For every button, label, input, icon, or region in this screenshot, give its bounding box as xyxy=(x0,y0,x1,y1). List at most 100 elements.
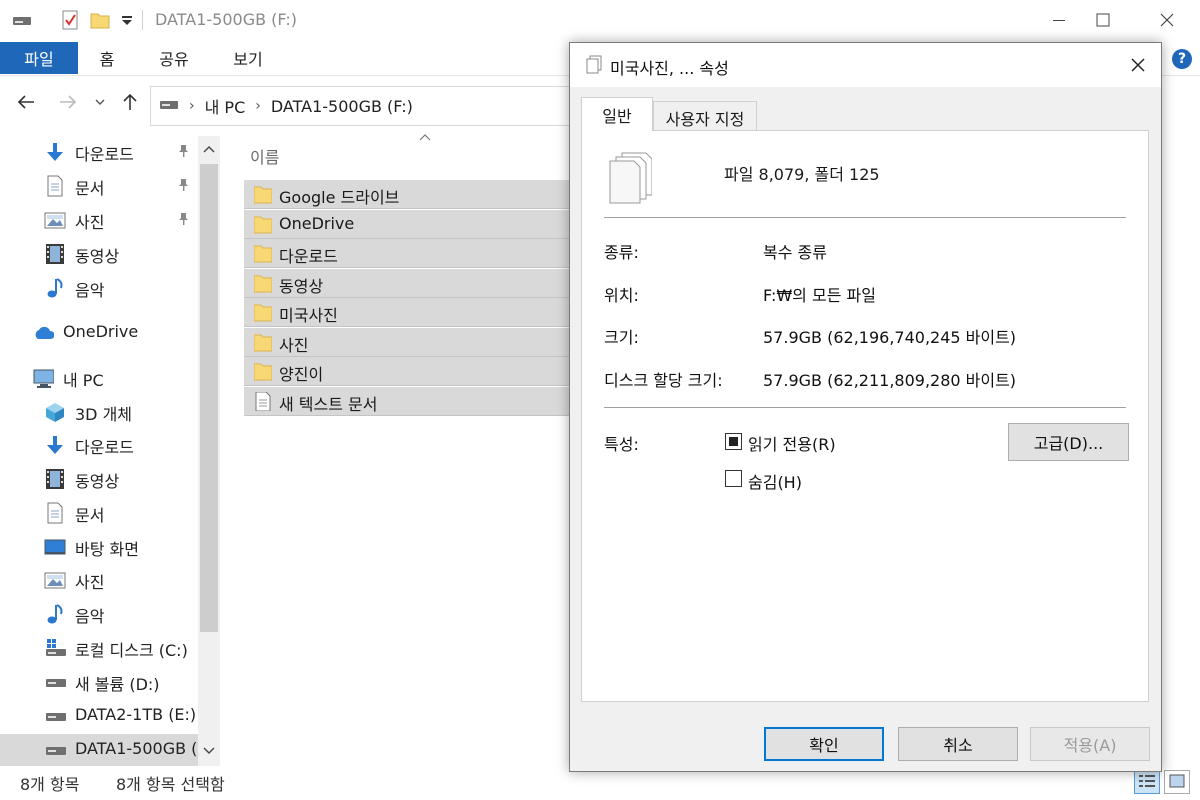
readonly-checkbox[interactable] xyxy=(725,433,742,450)
sidebar-item[interactable]: 새 볼륨 (D:) xyxy=(0,666,198,698)
hidden-checkbox[interactable] xyxy=(725,470,742,487)
explorer-titlebar: DATA1-500GB (F:) xyxy=(0,0,1200,40)
dialog-titlebar: 미국사진, ... 속성 xyxy=(570,43,1161,87)
file-row[interactable]: 양진이 xyxy=(244,357,574,386)
apply-button[interactable]: 적용(A) xyxy=(1030,727,1150,761)
column-header-name[interactable]: 이름 xyxy=(250,144,279,168)
file-name: 사진 xyxy=(279,336,309,355)
readonly-label[interactable]: 읽기 전용(R) xyxy=(748,431,836,455)
pin-icon[interactable] xyxy=(176,178,190,196)
advanced-button[interactable]: 고급(D)... xyxy=(1008,423,1129,461)
sidebar-item[interactable]: 사진 xyxy=(0,204,198,236)
breadcrumb-this-pc[interactable]: 내 PC xyxy=(205,94,246,118)
sidebar-item-label: 새 볼륨 (D:) xyxy=(75,675,160,694)
sidebar-item[interactable]: 다운로드 xyxy=(0,429,198,461)
help-icon[interactable]: ? xyxy=(1172,49,1192,69)
folder-icon xyxy=(253,303,273,322)
sidebar-item[interactable]: 동영상 xyxy=(0,463,198,495)
item-count: 8개 항목 xyxy=(20,775,80,794)
file-row[interactable]: 다운로드 xyxy=(244,239,574,268)
sidebar-item[interactable]: 동영상 xyxy=(0,238,198,270)
file-row[interactable]: Google 드라이브 xyxy=(244,180,574,209)
sidebar-item-label: 로컬 디스크 (C:) xyxy=(75,641,188,660)
scroll-down-icon[interactable] xyxy=(198,740,220,762)
pictures-icon xyxy=(44,209,66,231)
folder-icon xyxy=(253,362,273,381)
file-row[interactable]: 사진 xyxy=(244,328,574,357)
close-button[interactable] xyxy=(1144,0,1190,40)
drive-icon xyxy=(159,97,179,116)
sidebar-item[interactable]: OneDrive xyxy=(0,317,198,349)
scroll-up-icon[interactable] xyxy=(198,138,220,160)
pin-icon[interactable] xyxy=(176,212,190,230)
sidebar-item[interactable]: 바탕 화면 xyxy=(0,531,198,563)
customize-dropdown-icon[interactable] xyxy=(118,10,138,30)
tab-share[interactable]: 공유 xyxy=(150,42,198,74)
tab-customize[interactable]: 사용자 지정 xyxy=(653,101,757,133)
sidebar-item[interactable]: 문서 xyxy=(0,497,198,529)
selected-count: 8개 항목 선택함 xyxy=(116,775,225,794)
sidebar-item[interactable]: 3D 개체 xyxy=(0,396,198,428)
properties-check-icon[interactable] xyxy=(60,10,80,30)
sidebar-item[interactable]: 다운로드 xyxy=(0,136,198,168)
video-icon xyxy=(44,243,66,265)
tab-home[interactable]: 홈 xyxy=(86,42,128,74)
address-bar[interactable]: › 내 PC › DATA1-500GB (F:) xyxy=(150,86,590,126)
tab-file[interactable]: 파일 xyxy=(0,42,78,74)
folder-icon xyxy=(253,185,273,204)
sort-ascending-icon[interactable] xyxy=(418,130,432,146)
back-arrow-icon[interactable] xyxy=(16,92,36,117)
ok-button[interactable]: 확인 xyxy=(764,727,884,761)
hidden-label[interactable]: 숨김(H) xyxy=(748,469,802,493)
sidebar-item[interactable]: 음악 xyxy=(0,598,198,630)
file-name: Google 드라이브 xyxy=(279,188,400,207)
maximize-button[interactable] xyxy=(1080,0,1126,40)
tab-general[interactable]: 일반 xyxy=(581,97,653,131)
tab-view[interactable]: 보기 xyxy=(224,42,272,74)
text-file-icon xyxy=(254,391,272,412)
file-list: 이름 Google 드라이브 OneDrive 다운로드 동영상 미국사진사진양진이 새 … xyxy=(244,134,574,766)
sidebar-item-label: 내 PC xyxy=(63,371,104,390)
drive-icon xyxy=(44,705,66,727)
sidebar-item[interactable]: DATA2-1TB (E:) xyxy=(0,700,198,732)
recent-locations-chevron-icon[interactable] xyxy=(94,92,106,117)
details-view-icon[interactable] xyxy=(1134,770,1160,794)
navigation-pane: 다운로드 문서 사진 동영상 음악 OneDrive 내 PC 3D 개체 다운로드 동영상 문서 바… xyxy=(0,136,220,766)
large-icons-view-icon[interactable] xyxy=(1164,770,1190,794)
sidebar-item-label: DATA1-500GB ( xyxy=(75,739,198,758)
file-row[interactable]: OneDrive xyxy=(244,210,574,239)
file-row[interactable]: 미국사진 xyxy=(244,298,574,327)
forward-arrow-icon[interactable] xyxy=(58,92,78,117)
size-label: 크기: xyxy=(604,328,639,347)
file-name: OneDrive xyxy=(279,214,355,233)
breadcrumb-chevron-icon[interactable]: › xyxy=(255,98,261,114)
sidebar-item[interactable]: 사진 xyxy=(0,564,198,596)
selection-summary: 파일 8,079, 폴더 125 xyxy=(724,165,880,184)
location-label: 위치: xyxy=(604,286,639,305)
drive-icon[interactable] xyxy=(12,10,32,30)
sidebar-item[interactable]: 음악 xyxy=(0,272,198,304)
scrollbar-thumb[interactable] xyxy=(200,164,218,632)
minimize-button[interactable] xyxy=(1036,0,1082,40)
breadcrumb-drive[interactable]: DATA1-500GB (F:) xyxy=(271,97,413,116)
multiple-files-icon xyxy=(584,55,604,79)
download-arrow-icon xyxy=(44,141,66,163)
new-folder-icon[interactable] xyxy=(90,10,110,30)
window-title: DATA1-500GB (F:) xyxy=(155,10,298,29)
pin-icon[interactable] xyxy=(176,144,190,162)
nav-scrollbar[interactable] xyxy=(198,136,220,766)
cancel-button[interactable]: 취소 xyxy=(898,727,1018,761)
sidebar-item[interactable]: 문서 xyxy=(0,170,198,202)
up-arrow-icon[interactable] xyxy=(120,92,140,117)
sidebar-item[interactable]: 로컬 디스크 (C:) xyxy=(0,632,198,664)
sidebar-item-label: 문서 xyxy=(75,506,105,525)
sidebar-item[interactable]: DATA1-500GB ( xyxy=(0,734,198,766)
dialog-close-button[interactable] xyxy=(1120,47,1156,83)
size-on-disk-value: 57.9GB (62,211,809,280 바이트) xyxy=(763,371,1017,390)
folder-icon xyxy=(253,215,273,234)
sidebar-item-label: 음악 xyxy=(75,607,105,626)
breadcrumb-chevron-icon[interactable]: › xyxy=(189,98,195,114)
sidebar-item[interactable]: 내 PC xyxy=(0,362,198,394)
file-row[interactable]: 새 텍스트 문서 xyxy=(244,387,574,416)
file-row[interactable]: 동영상 xyxy=(244,269,574,298)
